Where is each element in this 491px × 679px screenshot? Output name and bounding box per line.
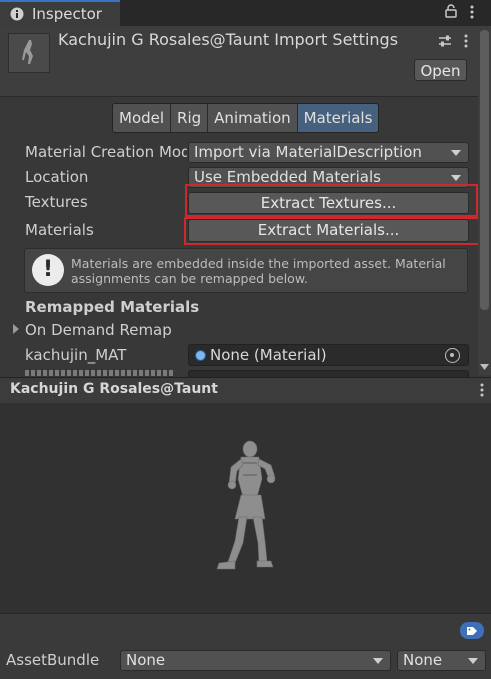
help-box: ! Materials are embedded inside the impo… [24,248,468,293]
highlight-box-materials [184,217,488,245]
dropdown-value: Import via MaterialDescription [194,143,422,161]
materials-label: Materials [25,221,94,239]
help-text: Materials are embedded inside the import… [71,256,446,286]
warning-icon: ! [32,254,64,286]
preview-more-icon[interactable] [480,383,484,397]
scroll-down-icon[interactable] [480,364,489,370]
tab-rig[interactable]: Rig [171,104,209,132]
tab-inspector[interactable]: Inspector [0,0,120,26]
remap-item-label: kachujin_MAT [25,346,127,364]
asset-thumbnail [8,33,50,73]
on-demand-remap-foldout[interactable]: On Demand Remap [25,321,172,339]
material-icon [195,350,206,361]
tab-animation[interactable]: Animation [208,104,298,132]
object-picker-icon[interactable] [445,348,460,363]
highlight-box-textures [185,184,478,217]
tab-model[interactable]: Model [113,104,172,132]
textures-label: Textures [25,193,88,211]
dropdown-value: None [126,651,166,669]
remap-item-clipped [25,370,175,376]
material-object-field-clipped [188,370,469,377]
dropdown-arrow-icon [373,658,383,664]
asset-bundle-label: AssetBundle [6,651,100,669]
label-tag-icon[interactable] [460,622,484,639]
tab-materials[interactable]: Materials [297,104,379,132]
open-button[interactable]: Open [414,59,467,81]
asset-bundle-name-dropdown[interactable]: None [120,650,391,671]
header-more-icon[interactable] [464,34,468,48]
info-icon [10,7,24,21]
lock-icon[interactable] [445,4,457,18]
dropdown-arrow-icon [451,150,461,156]
material-creation-mode-label: Material Creation Mode [25,143,187,161]
asset-bundle-variant-dropdown[interactable]: None [397,650,486,671]
object-field-value: None (Material) [210,346,327,364]
model-preview[interactable] [0,403,491,613]
remapped-materials-heading: Remapped Materials [25,298,200,316]
material-creation-mode-dropdown[interactable]: Import via MaterialDescription [188,142,469,163]
character-model-image [216,440,276,570]
foldout-arrow-icon[interactable] [12,324,20,334]
material-object-field[interactable]: None (Material) [188,344,469,366]
tab-label: Inspector [32,5,102,23]
dropdown-value: None [403,651,443,669]
asset-title: Kachujin G Rosales@Taunt Import Settings [58,30,399,49]
scrollbar-thumb[interactable] [480,30,489,310]
more-options-icon[interactable] [470,5,474,19]
dropdown-arrow-icon [451,175,461,181]
preset-icon[interactable] [437,34,453,48]
location-label: Location [25,168,89,186]
preview-title: Kachujin G Rosales@Taunt [10,381,218,397]
dropdown-arrow-icon [468,658,478,664]
character-icon [22,40,33,64]
importer-tabs: Model Rig Animation Materials [112,103,380,133]
